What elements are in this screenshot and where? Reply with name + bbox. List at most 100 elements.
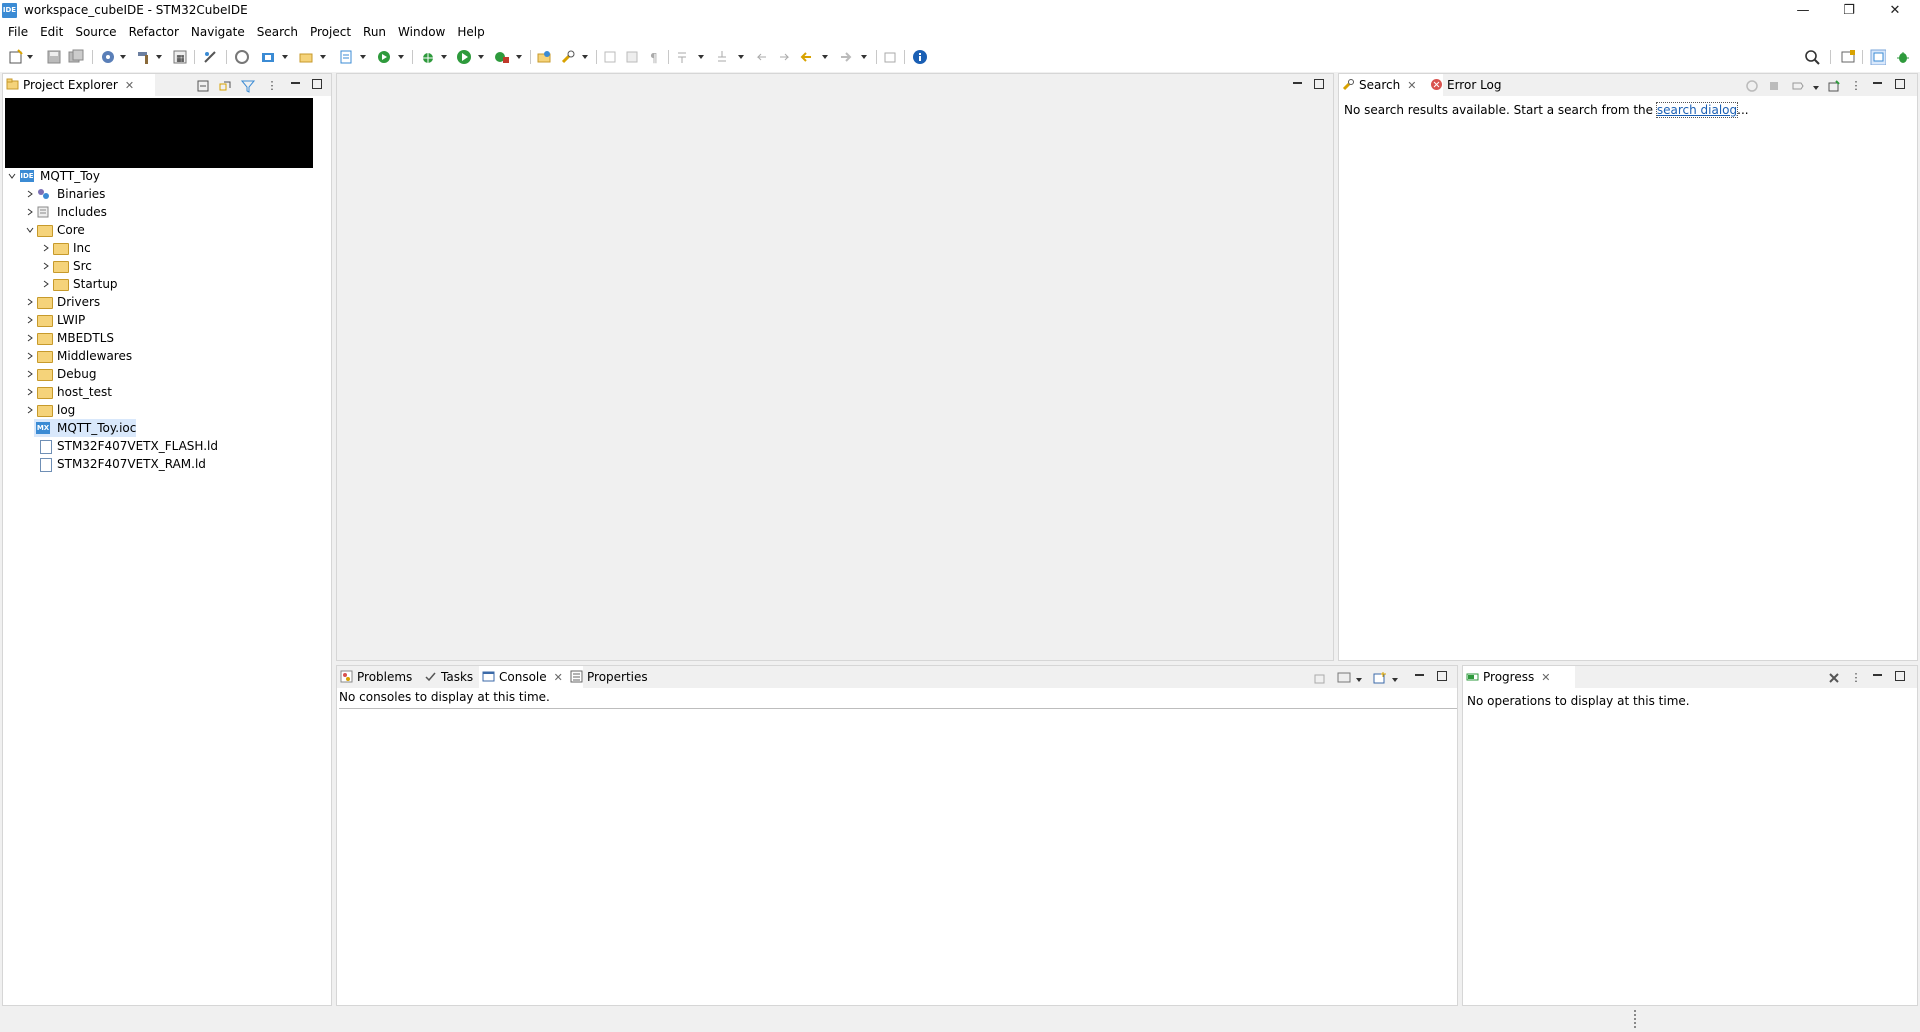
open-folder-icon[interactable] xyxy=(298,49,314,65)
maximize-icon[interactable] xyxy=(312,79,322,89)
minimize-icon[interactable] xyxy=(1873,674,1882,676)
view-menu-icon[interactable]: ⋮ xyxy=(1849,671,1863,685)
pin-console-icon[interactable] xyxy=(1313,671,1327,685)
save-all-icon[interactable] xyxy=(68,49,84,65)
tree-item-middlewares[interactable]: Middlewares xyxy=(6,347,206,365)
chevron-right-icon[interactable] xyxy=(26,388,34,396)
open-type-icon[interactable] xyxy=(536,49,552,65)
view-menu-icon[interactable]: ⋮ xyxy=(1849,79,1863,93)
chevron-right-icon[interactable] xyxy=(26,316,34,324)
chevron-right-icon[interactable] xyxy=(26,190,34,198)
tree-item-root[interactable]: IDE MQTT_Toy xyxy=(6,167,206,185)
cpp-perspective-icon[interactable] xyxy=(1870,49,1886,65)
menu-help[interactable]: Help xyxy=(451,22,490,42)
forward-icon[interactable] xyxy=(838,49,854,65)
chevron-right-icon[interactable] xyxy=(26,352,34,360)
tab-error-log[interactable]: Error Log xyxy=(1427,74,1502,96)
restore-button[interactable]: ❐ xyxy=(1826,0,1872,22)
tree-item-debug[interactable]: Debug xyxy=(6,365,206,383)
chevron-right-icon[interactable] xyxy=(26,298,34,306)
menu-navigate[interactable]: Navigate xyxy=(185,22,251,42)
maximize-icon[interactable] xyxy=(1895,79,1905,89)
tree-item-ioc-file[interactable]: MX MQTT_Toy.ioc xyxy=(34,419,136,437)
tree-item-src[interactable]: Src xyxy=(6,257,206,275)
run-config-icon[interactable] xyxy=(376,49,392,65)
maximize-icon[interactable] xyxy=(1895,671,1905,681)
filter-icon[interactable] xyxy=(241,79,255,93)
last-edit-back-icon[interactable] xyxy=(754,49,770,65)
save-icon[interactable] xyxy=(46,49,62,65)
tab-problems[interactable]: Problems xyxy=(337,666,412,688)
tree-item-ram-ld[interactable]: STM32F407VETX_RAM.ld xyxy=(6,455,226,473)
pin-editor-icon[interactable] xyxy=(882,49,898,65)
tree-item-mbedtls[interactable]: MBEDTLS xyxy=(6,329,206,347)
remove-all-icon[interactable] xyxy=(1827,671,1841,685)
info-icon[interactable] xyxy=(912,49,928,65)
last-edit-forward-icon[interactable] xyxy=(776,49,792,65)
display-console-dropdown-icon[interactable] xyxy=(1356,678,1362,682)
status-bar-drag-handle[interactable] xyxy=(1634,1010,1638,1028)
search-icon[interactable] xyxy=(1804,49,1820,65)
view-menu-icon[interactable]: ⋮ xyxy=(265,79,279,93)
search-tool-icon[interactable] xyxy=(560,49,576,65)
next-annotation-icon[interactable] xyxy=(674,49,690,65)
block-selection-icon[interactable] xyxy=(624,49,640,65)
chevron-right-icon[interactable] xyxy=(26,208,34,216)
chevron-right-icon[interactable] xyxy=(42,280,50,288)
close-icon[interactable]: ✕ xyxy=(1407,75,1416,97)
tree-item-inc[interactable]: Inc xyxy=(6,239,206,257)
tree-item-drivers[interactable]: Drivers xyxy=(6,293,206,311)
minimize-icon[interactable] xyxy=(291,82,300,84)
menu-project[interactable]: Project xyxy=(304,22,357,42)
collapse-all-icon[interactable] xyxy=(196,79,210,93)
device-config-icon[interactable] xyxy=(260,49,276,65)
chevron-right-icon[interactable] xyxy=(42,244,50,252)
tab-project-explorer[interactable]: Project Explorer ✕ xyxy=(3,74,155,96)
search-dialog-link[interactable]: search dialog xyxy=(1655,102,1739,118)
tree-item-includes[interactable]: Includes xyxy=(6,203,206,221)
external-tools-icon[interactable] xyxy=(494,49,510,65)
run-icon[interactable] xyxy=(456,49,472,65)
cancel-search-icon[interactable] xyxy=(1767,79,1781,93)
new-dropdown-icon[interactable] xyxy=(27,55,33,59)
maximize-icon[interactable] xyxy=(1437,671,1447,681)
build-configuration-icon[interactable] xyxy=(100,49,116,65)
open-console-icon[interactable] xyxy=(1373,671,1387,685)
refresh-search-icon[interactable] xyxy=(1745,79,1759,93)
debug-icon[interactable] xyxy=(420,49,436,65)
close-icon[interactable]: ✕ xyxy=(554,667,563,689)
close-icon[interactable]: ✕ xyxy=(125,75,134,97)
toggle-mark-icon[interactable] xyxy=(602,49,618,65)
tree-item-core[interactable]: Core xyxy=(6,221,206,239)
new-icon[interactable] xyxy=(8,49,24,65)
debug-probe-icon[interactable] xyxy=(202,49,218,65)
search-history-icon[interactable] xyxy=(1791,79,1805,93)
tree-item-flash-ld[interactable]: STM32F407VETX_FLASH.ld xyxy=(6,437,226,455)
close-window-button[interactable]: ✕ xyxy=(1872,0,1918,22)
menu-edit[interactable]: Edit xyxy=(34,22,69,42)
new-class-icon[interactable] xyxy=(338,49,354,65)
close-icon[interactable]: ✕ xyxy=(1541,667,1550,689)
minimize-icon[interactable] xyxy=(1873,82,1882,84)
tab-tasks[interactable]: Tasks xyxy=(421,666,473,688)
chevron-right-icon[interactable] xyxy=(26,370,34,378)
debug-perspective-icon[interactable] xyxy=(1895,49,1911,65)
previous-annotation-icon[interactable] xyxy=(714,49,730,65)
menu-source[interactable]: Source xyxy=(69,22,122,42)
tree-item-binaries[interactable]: Binaries xyxy=(6,185,206,203)
open-console-dropdown-icon[interactable] xyxy=(1392,678,1398,682)
refresh-icon[interactable] xyxy=(234,49,250,65)
menu-file[interactable]: File xyxy=(0,22,34,42)
pin-view-icon[interactable] xyxy=(1827,79,1841,93)
tree-item-lwip[interactable]: LWIP xyxy=(6,311,206,329)
tree-item-log[interactable]: log xyxy=(6,401,206,419)
show-whitespace-icon[interactable]: ¶ xyxy=(646,49,662,65)
build-hammer-icon[interactable] xyxy=(136,49,152,65)
open-perspective-icon[interactable] xyxy=(1840,49,1856,65)
chevron-right-icon[interactable] xyxy=(26,334,34,342)
maximize-icon[interactable] xyxy=(1314,79,1324,89)
tab-progress[interactable]: Progress ✕ xyxy=(1463,666,1575,688)
minimize-icon[interactable] xyxy=(1293,82,1302,84)
tree-item-startup[interactable]: Startup xyxy=(6,275,206,293)
menu-window[interactable]: Window xyxy=(392,22,451,42)
